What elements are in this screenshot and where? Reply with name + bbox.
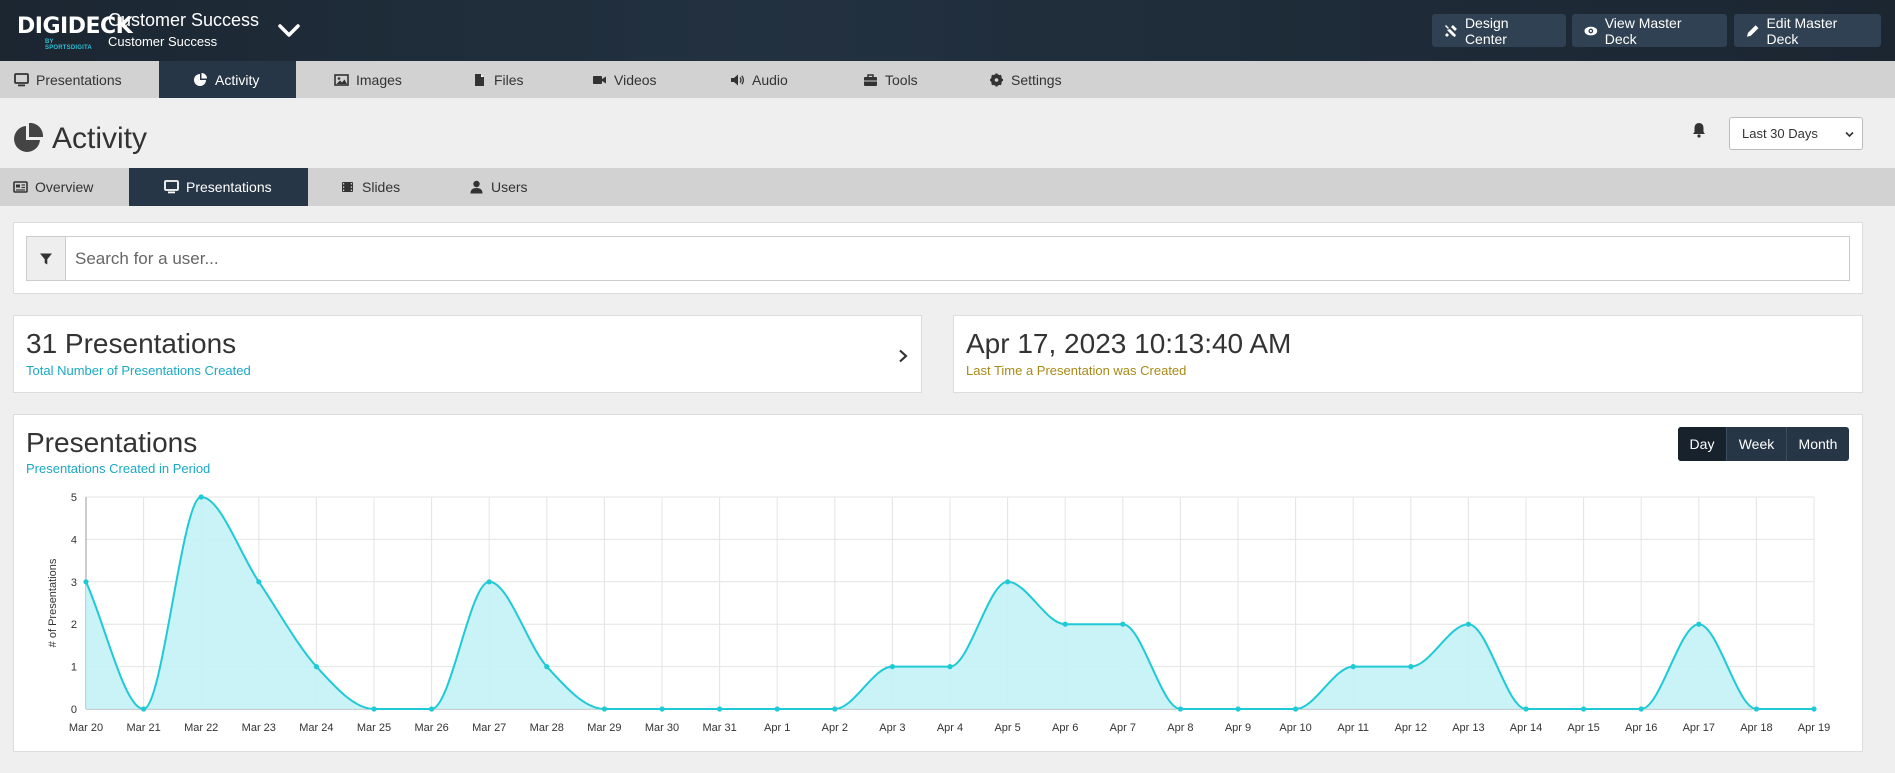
x-tick-label: Mar 25 — [357, 722, 391, 734]
x-tick-label: Mar 26 — [414, 722, 448, 734]
x-tick-label: Apr 11 — [1337, 722, 1369, 734]
data-point — [429, 706, 435, 712]
x-tick-label: Apr 10 — [1279, 722, 1311, 734]
data-point — [1005, 579, 1011, 585]
y-tick-label: 5 — [71, 492, 77, 504]
data-point — [1696, 621, 1702, 627]
data-point — [371, 706, 377, 712]
data-point — [256, 579, 262, 585]
data-point — [1350, 664, 1356, 670]
data-point — [1811, 706, 1817, 712]
data-point — [947, 664, 953, 670]
data-point — [1638, 706, 1644, 712]
data-point — [198, 494, 204, 500]
data-point — [83, 579, 89, 585]
x-tick-label: Mar 31 — [702, 722, 736, 734]
x-tick-label: Mar 20 — [69, 722, 103, 734]
data-point — [601, 706, 608, 712]
data-point — [313, 664, 319, 670]
data-point — [717, 706, 723, 712]
data-point — [1293, 706, 1299, 712]
data-point — [486, 579, 492, 585]
data-point — [1523, 706, 1529, 712]
x-tick-label: Apr 9 — [1225, 722, 1251, 734]
x-tick-label: Mar 30 — [645, 722, 679, 734]
x-tick-label: Mar 23 — [242, 722, 276, 734]
data-point — [774, 706, 780, 712]
data-point — [1120, 621, 1126, 627]
x-tick-label: Mar 27 — [472, 722, 506, 734]
x-tick-label: Mar 24 — [299, 722, 333, 734]
x-tick-label: Mar 22 — [184, 722, 218, 734]
x-tick-label: Apr 12 — [1395, 722, 1427, 734]
data-point — [1408, 664, 1414, 670]
data-point — [1753, 706, 1759, 712]
y-tick-label: 3 — [71, 577, 77, 589]
y-axis-label: # of Presentations — [47, 558, 59, 647]
x-tick-label: Apr 14 — [1510, 722, 1542, 734]
data-point — [832, 706, 838, 712]
data-point — [1062, 621, 1068, 627]
y-tick-label: 4 — [71, 534, 77, 546]
data-point — [659, 706, 665, 712]
x-tick-label: Apr 4 — [937, 722, 963, 734]
data-point — [544, 664, 550, 670]
x-tick-label: Apr 16 — [1625, 722, 1657, 734]
data-point — [1581, 706, 1587, 712]
data-point — [141, 706, 147, 712]
y-tick-label: 1 — [71, 662, 77, 674]
x-tick-label: Mar 28 — [530, 722, 564, 734]
y-tick-label: 2 — [71, 619, 77, 631]
x-tick-label: Apr 13 — [1452, 722, 1484, 734]
y-tick-label: 0 — [71, 704, 77, 716]
presentations-area-chart: 0 1 2 3 4 5 Mar 20 Mar 21 Mar 22 Mar 23 Mar 24 Mar … — [47, 492, 1830, 734]
x-tick-label: Apr 7 — [1110, 722, 1136, 734]
x-tick-label: Apr 5 — [994, 722, 1020, 734]
data-point — [1465, 621, 1471, 627]
data-point — [1177, 706, 1183, 712]
x-tick-label: Apr 15 — [1567, 722, 1599, 734]
data-point — [1235, 706, 1241, 712]
x-tick-label: Apr 18 — [1740, 722, 1772, 734]
x-tick-label: Apr 1 — [764, 722, 790, 734]
x-tick-label: Apr 17 — [1683, 722, 1715, 734]
data-point — [889, 664, 896, 670]
x-tick-label: Apr 3 — [879, 722, 905, 734]
x-tick-label: Apr 8 — [1167, 722, 1193, 734]
x-tick-label: Mar 29 — [587, 722, 621, 734]
x-tick-label: Apr 6 — [1052, 722, 1078, 734]
x-tick-label: Mar 21 — [126, 722, 160, 734]
x-tick-label: Apr 19 — [1798, 722, 1830, 734]
x-tick-label: Apr 2 — [822, 722, 848, 734]
